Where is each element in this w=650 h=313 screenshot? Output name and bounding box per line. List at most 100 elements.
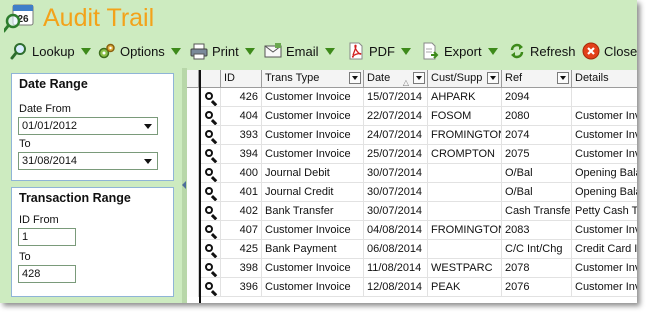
row-selector[interactable] bbox=[187, 107, 199, 126]
magnifier-icon[interactable] bbox=[205, 225, 213, 233]
filter-dropdown-icon[interactable] bbox=[487, 72, 499, 84]
id-from-input[interactable]: 1 bbox=[18, 228, 76, 246]
table-row[interactable]: 407 Customer Invoice 04/08/2014 FROMINGTON 2… bbox=[187, 221, 637, 240]
column-header-trans-type[interactable]: Trans Type bbox=[262, 70, 364, 88]
cell-date: 24/07/2014 bbox=[364, 126, 428, 145]
email-dropdown-icon bbox=[324, 47, 335, 55]
column-header-ref[interactable]: Ref bbox=[502, 70, 572, 88]
lookup-cell[interactable] bbox=[201, 126, 221, 145]
cell-cust: AHPARK bbox=[428, 88, 502, 107]
lookup-cell[interactable] bbox=[201, 278, 221, 297]
row-selector[interactable] bbox=[187, 88, 199, 107]
table-row[interactable]: 398 Customer Invoice 11/08/2014 WESTPARC 207… bbox=[187, 259, 637, 278]
row-selector-header bbox=[187, 70, 199, 88]
row-selector[interactable] bbox=[187, 126, 199, 145]
cell-cust: WESTPARC bbox=[428, 259, 502, 278]
magnifier-icon[interactable] bbox=[205, 263, 213, 271]
collapse-arrow-icon[interactable] bbox=[182, 181, 186, 189]
row-selector[interactable] bbox=[187, 221, 199, 240]
date-to-combo[interactable]: 31/08/2014 bbox=[18, 152, 158, 170]
date-from-combo[interactable]: 01/01/2012 bbox=[18, 117, 158, 135]
chevron-down-icon[interactable] bbox=[144, 124, 152, 129]
pdf-icon bbox=[349, 42, 363, 60]
cell-details: Customer Inv bbox=[572, 259, 637, 278]
filter-panel: Date Range Date From 01/01/2012 To 31/08… bbox=[0, 68, 182, 303]
table-row[interactable]: 401 Journal Credit 30/07/2014 O/Bal Opening … bbox=[187, 183, 637, 202]
export-button[interactable]: Export bbox=[422, 40, 498, 62]
lookup-cell[interactable] bbox=[201, 202, 221, 221]
cell-type: Customer Invoice bbox=[262, 221, 364, 240]
print-button[interactable]: Print bbox=[190, 40, 255, 62]
magnifier-icon[interactable] bbox=[205, 282, 213, 290]
table-row[interactable]: 400 Journal Debit 30/07/2014 O/Bal Opening B… bbox=[187, 164, 637, 183]
cell-type: Customer Invoice bbox=[262, 259, 364, 278]
lookup-cell[interactable] bbox=[201, 164, 221, 183]
lookup-dropdown-icon bbox=[80, 47, 91, 55]
row-selector[interactable] bbox=[187, 202, 199, 221]
lookup-label: Lookup bbox=[32, 43, 75, 59]
window-title: Audit Trail bbox=[43, 4, 155, 32]
magnifier-icon[interactable] bbox=[205, 168, 213, 176]
cell-ref: 2094 bbox=[502, 88, 572, 107]
magnifier-icon[interactable] bbox=[205, 92, 213, 100]
lookup-cell[interactable] bbox=[201, 183, 221, 202]
table-row[interactable]: 393 Customer Invoice 24/07/2014 FROMINGTON 2… bbox=[187, 126, 637, 145]
row-selector[interactable] bbox=[187, 145, 199, 164]
lookup-cell[interactable] bbox=[201, 107, 221, 126]
lookup-button[interactable]: Lookup bbox=[10, 40, 91, 62]
cell-ref: O/Bal bbox=[502, 164, 572, 183]
trans-type-header-label: Trans Type bbox=[265, 72, 320, 84]
column-header-details[interactable]: Details bbox=[572, 70, 637, 88]
table-row[interactable]: 425 Bank Payment 06/08/2014 C/C Int/Chg Cred… bbox=[187, 240, 637, 259]
cell-type: Customer Invoice bbox=[262, 278, 364, 297]
magnifier-icon[interactable] bbox=[205, 130, 213, 138]
options-button[interactable]: Options bbox=[98, 40, 181, 62]
row-selector[interactable] bbox=[187, 240, 199, 259]
row-selector[interactable] bbox=[187, 183, 199, 202]
filter-dropdown-icon[interactable] bbox=[413, 72, 425, 84]
cell-cust bbox=[428, 202, 502, 221]
transaction-range-group: Transaction Range ID From 1 To 428 bbox=[11, 187, 174, 297]
row-selector[interactable] bbox=[187, 278, 199, 297]
magnifier-icon[interactable] bbox=[205, 206, 213, 214]
cell-details: Opening Bala bbox=[572, 183, 637, 202]
id-to-input[interactable]: 428 bbox=[18, 265, 76, 283]
lookup-cell[interactable] bbox=[201, 259, 221, 278]
filter-dropdown-icon[interactable] bbox=[557, 72, 569, 84]
lookup-cell[interactable] bbox=[201, 240, 221, 259]
column-header-date[interactable]: Date △ bbox=[364, 70, 428, 88]
row-selector[interactable] bbox=[187, 259, 199, 278]
cell-id: 400 bbox=[221, 164, 262, 183]
cell-cust bbox=[428, 240, 502, 259]
cell-date: 22/07/2014 bbox=[364, 107, 428, 126]
magnifier-icon[interactable] bbox=[205, 149, 213, 157]
pdf-button[interactable]: PDF bbox=[347, 40, 411, 62]
table-row[interactable]: 426 Customer Invoice 15/07/2014 AHPARK 2094 bbox=[187, 88, 637, 107]
cell-date: 30/07/2014 bbox=[364, 164, 428, 183]
envelope-icon bbox=[264, 43, 282, 58]
row-selector[interactable] bbox=[187, 164, 199, 183]
table-row[interactable]: 404 Customer Invoice 22/07/2014 FOSOM 2080 Cu… bbox=[187, 107, 637, 126]
table-row[interactable]: 394 Customer Invoice 25/07/2014 CROMPTON 207… bbox=[187, 145, 637, 164]
magnifier-icon[interactable] bbox=[205, 187, 213, 195]
cell-type: Journal Credit bbox=[262, 183, 364, 202]
cell-ref: 2074 bbox=[502, 126, 572, 145]
lookup-cell[interactable] bbox=[201, 145, 221, 164]
chevron-down-icon[interactable] bbox=[144, 159, 152, 164]
table-row[interactable]: 402 Bank Transfer 30/07/2014 Cash Transfe Pe… bbox=[187, 202, 637, 221]
table-row[interactable]: 396 Customer Invoice 12/08/2014 PEAK 2076 Cus… bbox=[187, 278, 637, 297]
lookup-cell[interactable] bbox=[201, 88, 221, 107]
magnifier-icon[interactable] bbox=[205, 244, 213, 252]
close-button[interactable]: Close bbox=[582, 40, 637, 62]
cell-details bbox=[572, 88, 637, 107]
filter-dropdown-icon[interactable] bbox=[349, 72, 361, 84]
refresh-button[interactable]: Refresh bbox=[508, 40, 576, 62]
lookup-cell[interactable] bbox=[201, 221, 221, 240]
email-button[interactable]: Email bbox=[264, 40, 335, 62]
column-header-cust-supp[interactable]: Cust/Supp bbox=[428, 70, 502, 88]
magnifier-icon bbox=[10, 43, 26, 60]
cell-cust: FOSOM bbox=[428, 107, 502, 126]
column-header-id[interactable]: ID bbox=[221, 70, 262, 88]
cell-date: 30/07/2014 bbox=[364, 202, 428, 221]
magnifier-icon[interactable] bbox=[205, 111, 213, 119]
